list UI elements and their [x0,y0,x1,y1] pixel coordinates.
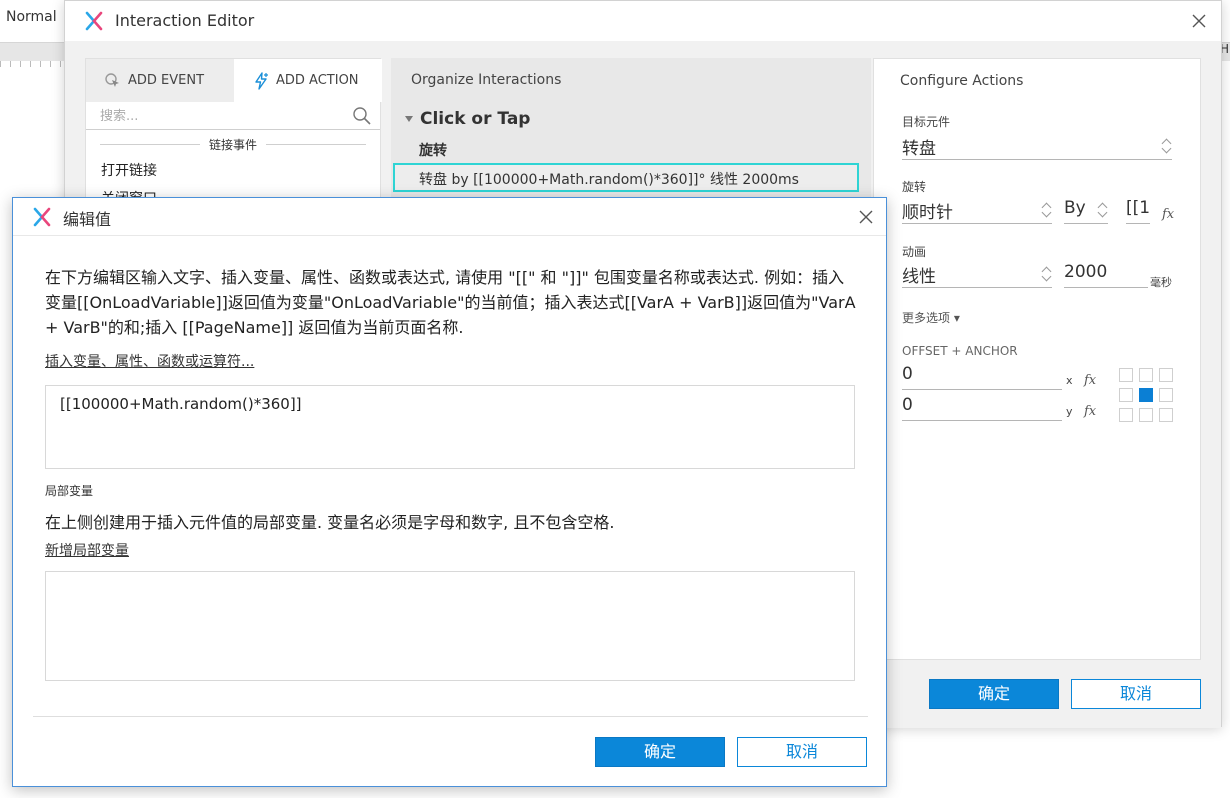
rotate-direction-select[interactable]: 顺时针 [902,196,1052,224]
expression-editor[interactable]: [[100000+Math.random()*360]] [45,385,855,469]
anchor-cell[interactable] [1119,408,1133,422]
edit-value-dialog: 编辑值 在下方编辑区输入文字、插入变量、属性、函数或表达式, 请使用 "[[" … [12,197,887,787]
cursor-click-icon [105,72,119,87]
anchor-cell-selected[interactable] [1139,388,1153,402]
rotate-label: 旋转 [902,180,927,194]
select-arrows-icon [1042,266,1052,282]
select-arrows-icon [1098,202,1108,218]
local-variables-label: 局部变量 [45,484,94,498]
anchor-cell[interactable] [1159,388,1173,402]
edit-value-titlebar: 编辑值 [13,198,886,236]
duration-value: 2000 [1064,262,1108,282]
action-rotate[interactable]: 转盘 by [[100000+Math.random()*360]]° 线性 2… [393,163,859,192]
event-label: Click or Tap [420,109,531,129]
insert-variable-link[interactable]: 插入变量、属性、函数或运算符... [45,351,254,371]
add-local-variable-link[interactable]: 新增局部变量 [45,540,129,560]
case-label[interactable]: 旋转 [419,140,447,160]
action-search [86,102,380,130]
easing-value: 线性 [902,267,936,287]
offset-x-label: x [1066,374,1073,387]
interaction-editor-title: Interaction Editor [115,11,255,30]
more-options-toggle[interactable]: 更多选项 ▾ [902,309,960,326]
offset-y-value: 0 [902,395,913,415]
dialog-cancel-button[interactable]: 取消 [737,737,867,767]
close-icon[interactable] [854,205,878,229]
rotate-amount-value: [[1° [1126,198,1150,218]
animate-label: 动画 [902,245,927,259]
offset-y-label: y [1066,405,1073,418]
anchor-grid [1119,368,1173,424]
tab-add-action[interactable]: ADD ACTION [234,59,382,102]
actions-tabs: ADD EVENT ADD ACTION [86,59,382,102]
tab-add-event[interactable]: ADD EVENT [86,59,234,102]
search-icon[interactable] [352,106,372,126]
divider [33,716,868,717]
axure-logo-icon [85,11,103,31]
anchor-cell[interactable] [1159,408,1173,422]
duration-unit: 毫秒 [1150,276,1172,289]
interaction-editor-titlebar: Interaction Editor [65,1,1221,41]
target-widget-label: 目标元件 [902,115,951,129]
chevron-down-icon[interactable] [405,116,413,122]
fx-icon[interactable]: fx [1162,207,1174,222]
action-item-open-link[interactable]: 打开链接 [101,160,157,180]
rotate-mode-value: By [1064,198,1086,218]
duration-input[interactable]: 2000 [1064,260,1148,288]
event-click-or-tap[interactable]: Click or Tap [405,109,530,129]
anchor-cell[interactable] [1139,368,1153,382]
edit-value-title: 编辑值 [63,210,112,229]
action-search-input[interactable] [100,106,340,126]
select-arrows-icon [1042,202,1052,218]
rotate-mode-select[interactable]: By [1064,196,1108,224]
cancel-button[interactable]: 取消 [1071,679,1201,709]
local-variables-description: 在上侧创建用于插入元件值的局部变量. 变量名必须是字母和数字, 且不包含空格. [45,513,615,532]
offset-anchor-label: OFFSET + ANCHOR [902,344,1018,358]
edit-value-description: 在下方编辑区输入文字、插入变量、属性、函数或表达式, 请使用 "[[" 和 "]… [45,268,856,337]
easing-select[interactable]: 线性 [902,260,1052,288]
configure-header: Configure Actions [900,73,1024,89]
offset-x-input[interactable]: 0 [902,362,1062,390]
configure-actions-panel: Configure Actions 目标元件 转盘 旋转 顺时针 By [[1°… [873,58,1201,660]
close-icon[interactable] [1187,9,1211,33]
organize-header: Organize Interactions [411,72,562,88]
anchor-cell[interactable] [1139,408,1153,422]
local-variables-list[interactable] [45,571,855,681]
style-selector[interactable]: Normal [6,9,57,25]
dialog-ok-button[interactable]: 确定 [595,737,725,767]
fx-icon[interactable]: fx [1084,404,1096,419]
fx-icon[interactable]: fx [1084,373,1096,388]
tab-add-action-label: ADD ACTION [276,73,359,88]
rotate-amount-input[interactable]: [[1° [1126,196,1150,224]
tab-add-event-label: ADD EVENT [128,73,205,88]
category-link-events: 链接事件 [86,136,380,154]
anchor-cell[interactable] [1119,388,1133,402]
offset-x-value: 0 [902,364,913,384]
anchor-cell[interactable] [1119,368,1133,382]
offset-y-input[interactable]: 0 [902,393,1062,421]
rotate-direction-value: 顺时针 [902,203,953,223]
anchor-cell[interactable] [1159,368,1173,382]
axure-logo-icon [33,207,51,227]
lightning-icon [255,71,268,90]
target-widget-select[interactable]: 转盘 [902,132,1172,160]
target-widget-value: 转盘 [902,139,936,159]
ok-button[interactable]: 确定 [929,679,1059,709]
select-arrows-icon [1162,138,1172,154]
